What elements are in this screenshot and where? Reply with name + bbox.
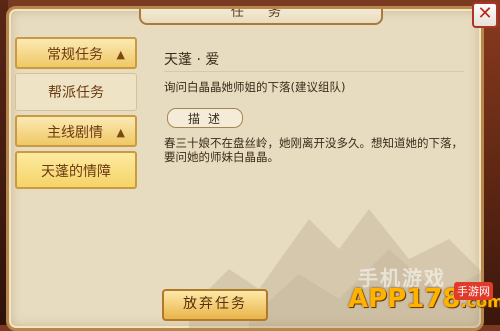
chevron-up-icon: ▲	[116, 48, 125, 61]
window-title: 任 务	[139, 9, 383, 25]
category-label: 常规任务	[47, 47, 103, 63]
quest-goal: 询问白晶晶她师姐的下落(建议组队)	[164, 80, 346, 94]
divider	[164, 71, 464, 72]
quest-category-menu: 常规任务 ▲ 帮派任务 主线剧情 ▲ 天蓬的情障	[15, 37, 143, 217]
tab-description[interactable]: 描述	[167, 108, 243, 128]
watermark-badge: 手游网	[454, 282, 493, 300]
quest-item-guild[interactable]: 帮派任务	[15, 73, 137, 111]
abandon-quest-button[interactable]: 放弃任务	[162, 289, 268, 321]
chevron-up-icon: ▲	[116, 126, 125, 139]
quest-description: 春三十娘不在盘丝岭，她刚离开没多久。想知道她的下落，要问她的师妹白晶晶。	[164, 136, 463, 164]
category-main-story[interactable]: 主线剧情 ▲	[15, 115, 137, 147]
category-label: 主线剧情	[47, 125, 103, 141]
quest-item-tianpeng[interactable]: 天蓬的情障	[15, 151, 137, 189]
watermark-logo: 手机游戏 APP178.com 手游网	[336, 266, 500, 318]
quest-title: 天蓬 · 爱	[164, 52, 220, 68]
close-button[interactable]: ✕	[472, 2, 498, 28]
category-regular-quests[interactable]: 常规任务 ▲	[15, 37, 137, 69]
